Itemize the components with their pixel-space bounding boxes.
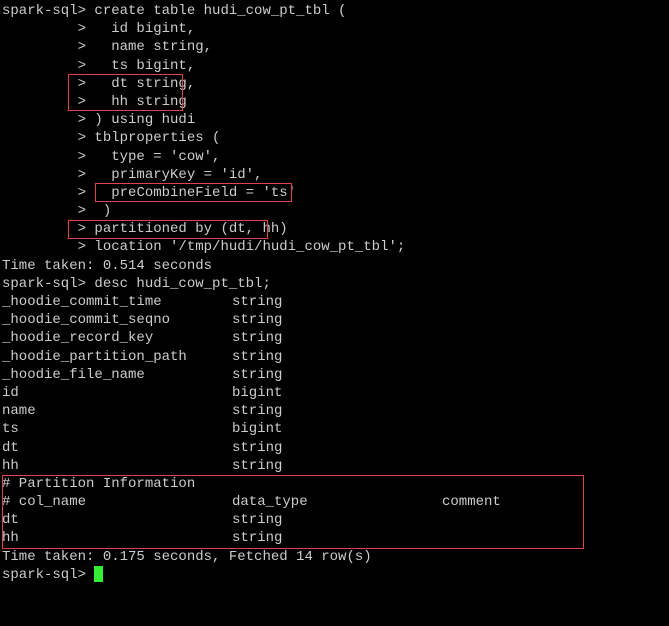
column-type: string xyxy=(232,511,442,529)
schema-row: _hoodie_record_keystring xyxy=(2,329,667,347)
partition-row: hhstring xyxy=(2,529,667,547)
continuation-prompt: > xyxy=(2,58,86,74)
column-name: hh xyxy=(2,529,232,547)
continuation-prompt: > xyxy=(2,94,86,110)
sql-text: create table hudi_cow_pt_tbl ( xyxy=(86,3,346,19)
continuation-prompt: > xyxy=(2,239,86,255)
schema-row: hhstring xyxy=(2,457,667,475)
terminal-output: spark-sql> create table hudi_cow_pt_tbl … xyxy=(2,2,667,584)
sql-text: id bigint, xyxy=(86,21,195,37)
column-name: hh xyxy=(2,457,232,475)
sql-text: ts bigint, xyxy=(86,58,195,74)
sql-text: dt string, xyxy=(86,76,195,92)
cursor[interactable] xyxy=(94,566,103,582)
schema-row: _hoodie_commit_timestring xyxy=(2,293,667,311)
column-type: string xyxy=(232,402,442,420)
schema-row: dtstring xyxy=(2,439,667,457)
continuation-prompt: > xyxy=(2,203,86,219)
continuation-prompt: > xyxy=(2,149,86,165)
column-type: string xyxy=(232,439,442,457)
schema-row: _hoodie_commit_seqnostring xyxy=(2,311,667,329)
column-name: name xyxy=(2,402,232,420)
sql-text: partitioned by (dt, hh) xyxy=(86,221,288,237)
schema-row: _hoodie_partition_pathstring xyxy=(2,348,667,366)
sql-text: tblproperties ( xyxy=(86,130,220,146)
col-header-comment: comment xyxy=(442,493,667,511)
prompt: spark-sql> xyxy=(2,3,86,19)
partition-header: # Partition Information xyxy=(2,475,667,493)
continuation-prompt: > xyxy=(2,76,86,92)
column-name: _hoodie_file_name xyxy=(2,366,232,384)
schema-row: tsbigint xyxy=(2,420,667,438)
column-type: string xyxy=(232,311,442,329)
continuation-prompt: > xyxy=(2,221,86,237)
column-type: string xyxy=(232,529,442,547)
sql-text: ) using hudi xyxy=(86,112,195,128)
column-type: string xyxy=(232,329,442,347)
sql-text: location '/tmp/hudi/hudi_cow_pt_tbl'; xyxy=(86,239,405,255)
prompt: spark-sql> xyxy=(2,567,94,583)
schema-row: _hoodie_file_namestring xyxy=(2,366,667,384)
column-name: _hoodie_record_key xyxy=(2,329,232,347)
sql-pre xyxy=(86,185,111,201)
column-name: _hoodie_partition_path xyxy=(2,348,232,366)
column-name: dt xyxy=(2,511,232,529)
sql-text: desc hudi_cow_pt_tbl; xyxy=(86,276,271,292)
col-header-name: # col_name xyxy=(2,493,232,511)
col-header-type: data_type xyxy=(232,493,442,511)
timing-output: Time taken: 0.175 seconds, Fetched 14 ro… xyxy=(2,548,667,566)
continuation-prompt: > xyxy=(2,185,86,201)
sql-text: name string, xyxy=(86,39,212,55)
column-name: dt xyxy=(2,439,232,457)
continuation-prompt: > xyxy=(2,39,86,55)
column-type: string xyxy=(232,457,442,475)
column-name: id xyxy=(2,384,232,402)
partition-row: dtstring xyxy=(2,511,667,529)
schema-row: idbigint xyxy=(2,384,667,402)
prompt: spark-sql> xyxy=(2,276,86,292)
column-type: string xyxy=(232,366,442,384)
schema-row: namestring xyxy=(2,402,667,420)
sql-text: ) xyxy=(86,203,111,219)
sql-text: primaryKey = 'id', xyxy=(86,167,262,183)
continuation-prompt: > xyxy=(2,21,86,37)
column-name: _hoodie_commit_seqno xyxy=(2,311,232,329)
timing-output: Time taken: 0.514 seconds xyxy=(2,257,667,275)
continuation-prompt: > xyxy=(2,112,86,128)
continuation-prompt: > xyxy=(2,167,86,183)
sql-text: hh string xyxy=(86,94,187,110)
column-name: ts xyxy=(2,420,232,438)
sql-text: preCombineField = 'ts' xyxy=(111,185,296,201)
column-type: string xyxy=(232,293,442,311)
sql-text: type = 'cow', xyxy=(86,149,220,165)
column-type: bigint xyxy=(232,420,442,438)
column-name: _hoodie_commit_time xyxy=(2,293,232,311)
continuation-prompt: > xyxy=(2,130,86,146)
column-type: bigint xyxy=(232,384,442,402)
column-type: string xyxy=(232,348,442,366)
